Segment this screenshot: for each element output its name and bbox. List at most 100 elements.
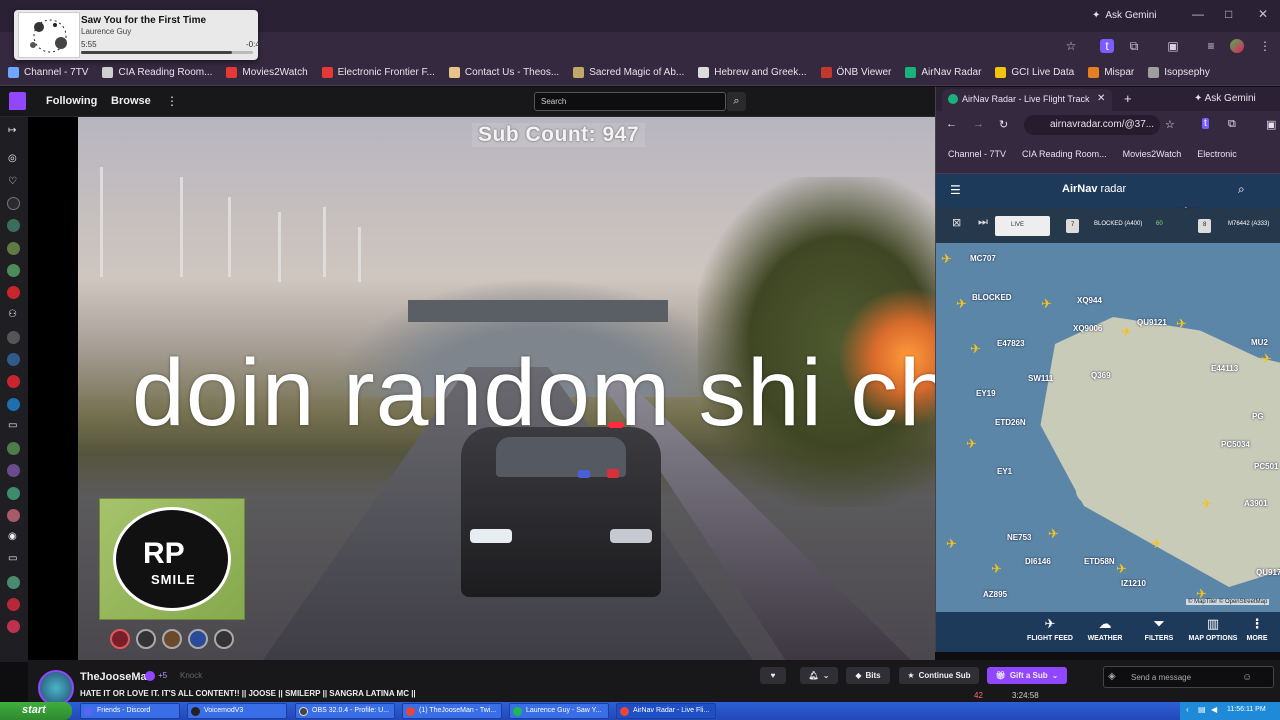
flight-label[interactable]: ETD58N [1084,557,1115,566]
users-icon[interactable]: ⚇ [8,309,17,320]
split-view-icon[interactable]: ▣ [1266,118,1276,131]
sidebar-channel-avatar[interactable] [7,509,20,522]
follow-heart-button[interactable]: ♥ [760,667,786,684]
flight-label[interactable]: A3901 [1244,499,1268,508]
back-icon[interactable]: ← [946,118,957,130]
sidebar-channel-avatar[interactable] [7,242,20,255]
streamer-avatar[interactable] [38,670,74,706]
sidebar-channel-avatar[interactable] [7,576,20,589]
split-view-icon[interactable]: ▣ [1166,39,1180,53]
profile-avatar[interactable] [1230,39,1244,53]
nav-browse[interactable]: Browse [111,95,151,107]
flight-label[interactable]: EY19 [976,389,996,398]
bookmark-item[interactable]: Hebrew and Greek... [698,67,807,78]
more-options-icon[interactable]: ⋮ [166,94,178,108]
flight-label[interactable]: SW111 [1028,374,1053,383]
taskbar-item[interactable]: OBS 32.0.4 - Profile: U... [295,703,395,719]
flight-label[interactable]: Q369 [1091,371,1111,380]
bookmark-item[interactable]: CIA Reading Room... [102,67,212,78]
bookmark-item[interactable]: Mispar [1088,67,1134,78]
plane-icon[interactable]: ✈ [970,342,981,355]
maximize-icon[interactable]: □ [1225,7,1232,21]
video-player[interactable]: Sub Count: 947 doin random shi chillin R… [28,117,935,660]
plane-icon[interactable]: ✈ [1116,562,1127,575]
search-icon[interactable]: ⌕ [1238,182,1245,197]
taskbar-item-active[interactable]: AirNav Radar - Live Fli... [616,703,716,719]
media-control-icon[interactable]: ≡ [1204,39,1218,53]
sidebar-channel-avatar[interactable] [7,442,20,455]
flight-label[interactable]: XQ272 [1176,207,1201,208]
flight-label[interactable]: EY1 [997,467,1012,476]
sidebar-channel-avatar[interactable] [7,375,20,388]
plane-icon[interactable]: ✈ [956,297,967,310]
bookmark-item[interactable]: Movies2Watch [226,67,308,78]
extension-twitch-icon[interactable]: t [1100,39,1114,53]
plane-icon[interactable]: ✈ [1121,325,1132,338]
twitch-logo-icon[interactable] [9,92,26,110]
live-toggle[interactable]: LIVE [995,216,1050,236]
chat-badge-icon[interactable]: ◈ [1108,671,1116,682]
sidebar-channel-avatar[interactable] [7,598,20,611]
plane-icon[interactable]: ✈ [946,537,957,550]
flight-label[interactable]: QU917 [1256,568,1280,577]
bookmark-item[interactable]: GCI Live Data [995,67,1074,78]
sidebar-channel-avatar[interactable] [7,219,20,232]
flight-label[interactable]: MC707 [970,254,996,263]
plane-icon[interactable]: ✈ [1041,297,1052,310]
reload-icon[interactable]: ↻ [999,118,1008,131]
nav-filters[interactable]: ⏷ FILTERS [1129,616,1189,642]
plane-icon[interactable]: ✈ [991,562,1002,575]
sidebar-channel-avatar[interactable] [7,353,20,366]
user-icon[interactable]: ◉ [8,531,17,542]
skip-icon[interactable]: ⏭︎ [978,216,988,229]
flight-label[interactable]: NE753 [1007,533,1031,542]
network-icon[interactable]: ▤ [1198,705,1206,714]
extensions-icon[interactable]: ⧉ [1127,39,1141,53]
taskbar-item[interactable]: Friends - Discord [80,703,180,719]
notifications-button[interactable]: 🔔︎ ⌄ [800,667,838,684]
nav-weather[interactable]: ☁︎ WEATHER [1075,616,1135,642]
flight-label[interactable]: IZ1210 [1121,579,1146,588]
bookmark-item[interactable]: Electronic Frontier F... [321,67,435,78]
emote-picker-icon[interactable]: ☺ [1242,672,1252,683]
bookmark-item[interactable]: AirNav Radar [905,67,981,78]
flight-label[interactable]: AZ895 [983,590,1007,599]
heart-icon[interactable]: ♡ [8,176,17,187]
close-icon[interactable]: ✕ [1258,7,1268,21]
flight-label[interactable]: PG [1252,412,1264,421]
flight-chip-number[interactable]: 8 [1198,219,1212,233]
hamburger-menu-icon[interactable]: ☰ [950,183,961,197]
bookmark-item[interactable]: CIA Reading Room... [1022,149,1107,173]
nav-more[interactable]: ⋮ MORE [1237,616,1277,642]
browser-menu-icon[interactable]: ⋮ [1258,39,1272,53]
plane-icon[interactable]: ✈ [1261,352,1272,365]
flight-label[interactable]: PC5034 [1221,440,1250,449]
search-input[interactable]: Search [534,92,726,111]
plane-icon[interactable]: ✈ [1201,497,1212,510]
flight-label[interactable]: QU9121 [1137,318,1167,327]
address-bar[interactable]: airnavradar.com/@37... [1024,115,1160,135]
bookmark-item[interactable]: Sacred Magic of Ab... [573,67,684,78]
nav-map-options[interactable]: ▥ MAP OPTIONS [1183,616,1243,642]
clock[interactable]: 11:56:11 PM [1227,706,1266,713]
bits-button[interactable]: ◆ Bits [846,667,890,684]
streamer-name[interactable]: TheJooseMan [80,671,153,683]
collab-count[interactable]: +5 [158,671,167,680]
flight-label[interactable]: XQ9006 [1073,324,1102,333]
sidebar-channel-avatar[interactable] [7,331,20,344]
sidebar-channel-avatar[interactable] [7,464,20,477]
flight-map[interactable]: ⊠ ⏭︎ LIVE 7 BLOCKED (A400) 60 8 M76442 (… [936,207,1280,612]
sidebar-channel-avatar[interactable] [7,487,20,500]
media-notification[interactable]: Saw You for the First Time Laurence Guy … [14,10,264,60]
plane-icon[interactable]: ✈ [966,437,977,450]
camera-icon[interactable]: ▭ [8,420,17,431]
new-tab-icon[interactable]: + [1124,91,1132,106]
extension-twitch-icon[interactable]: t [1202,118,1209,129]
map-attribution[interactable]: © MapTiler © OpenStreetMap [1186,599,1270,605]
tray-chevron-icon[interactable]: ‹ [1186,705,1189,714]
bookmark-item[interactable]: Isopsephy [1148,67,1210,78]
flight-label[interactable]: BLOCKED [972,293,1012,302]
ask-gemini-button[interactable]: ✦ Ask Gemini [1194,93,1256,104]
gift-sub-button[interactable]: 🎁︎ Gift a Sub ⌄ [987,667,1067,684]
bookmark-item[interactable]: Movies2Watch [1123,149,1182,173]
